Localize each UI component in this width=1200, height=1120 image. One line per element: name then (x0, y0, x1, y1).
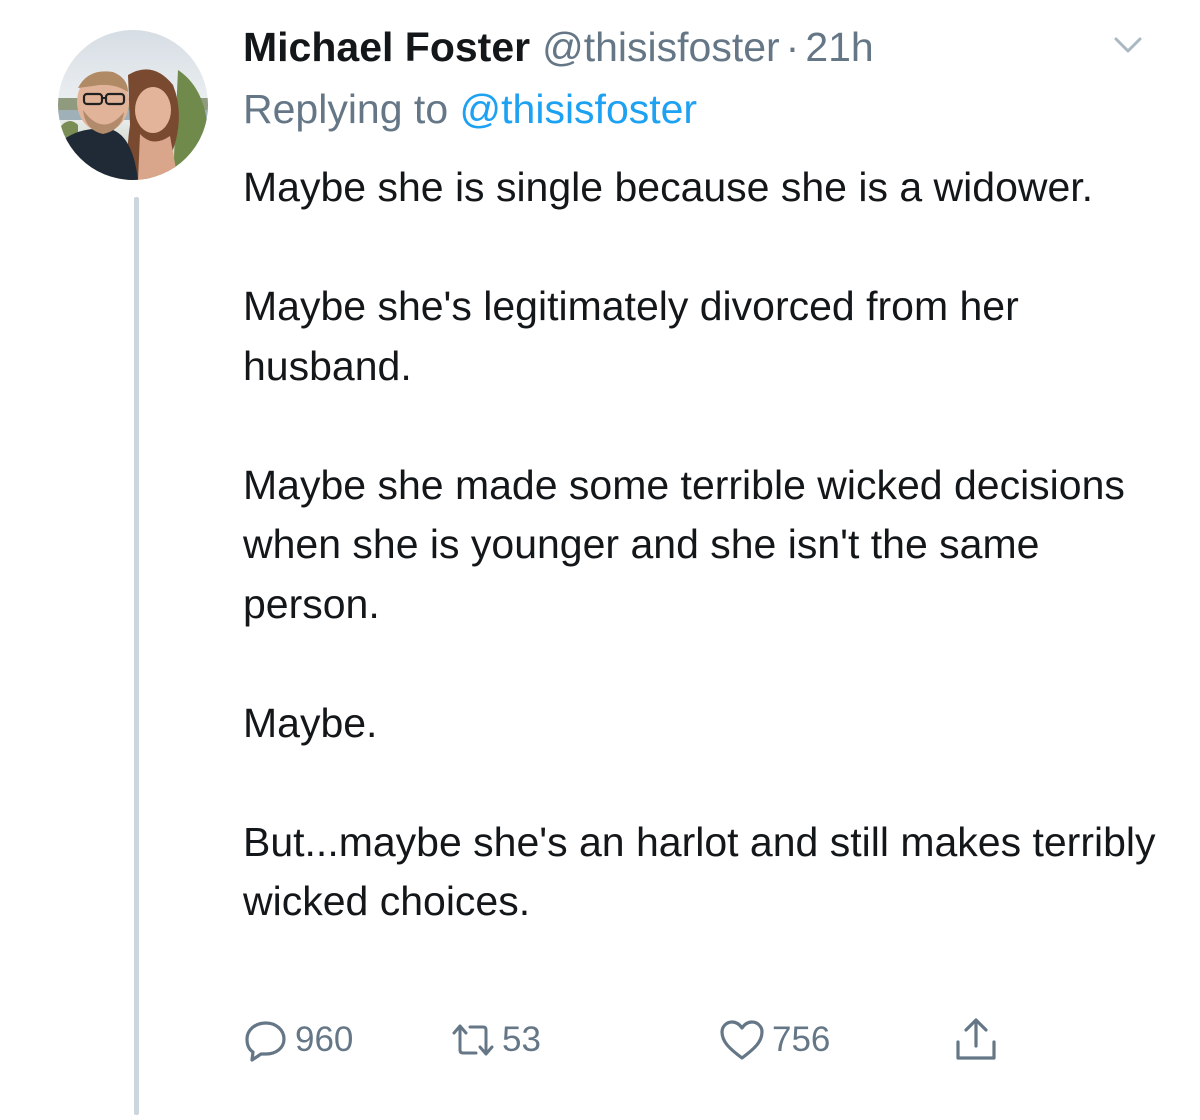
share-icon (956, 1018, 996, 1060)
like-count: 756 (772, 1020, 831, 1059)
tweet-paragraph: Maybe she is single because she is a wid… (243, 164, 1094, 210)
avatar-photo (58, 30, 208, 180)
thread-connector-line (134, 197, 139, 1115)
author-handle[interactable]: @thisisfoster (542, 24, 780, 71)
chevron-down-icon (1114, 37, 1142, 53)
more-menu-button[interactable] (1110, 30, 1146, 60)
separator-dot: · (785, 23, 800, 70)
replying-to-label: Replying to (243, 86, 460, 132)
tweet-paragraph: Maybe she made some terrible wicked deci… (243, 461, 1125, 627)
timestamp[interactable]: 21h (805, 24, 873, 71)
replying-to: Replying to @thisisfoster (243, 86, 697, 133)
retweet-count: 53 (502, 1020, 541, 1059)
tweet-text: Maybe she is single because she is a wid… (243, 158, 1163, 932)
like-button[interactable]: 756 (718, 1010, 830, 1070)
tweet-paragraph: Maybe. (243, 699, 378, 746)
retweet-icon (452, 1024, 494, 1056)
share-button[interactable] (953, 1010, 1005, 1070)
author-name[interactable]: Michael Foster (243, 24, 530, 71)
tweet-paragraph: Maybe she's legitimately divorced from h… (243, 283, 1019, 389)
reply-count: 960 (295, 1020, 354, 1059)
reply-button[interactable]: 960 (243, 1010, 353, 1070)
replying-to-handle[interactable]: @thisisfoster (460, 86, 698, 132)
reply-bubble-icon (245, 1021, 286, 1062)
tweet[interactable]: Michael Foster @thisisfoster · 21h Reply… (0, 0, 1200, 1120)
action-bar: 960 53 756 (0, 1010, 1200, 1070)
tweet-header: Michael Foster @thisisfoster · 21h (243, 22, 874, 72)
avatar[interactable] (58, 30, 208, 180)
tweet-paragraph: But...maybe she's an harlot and still ma… (243, 818, 1156, 925)
heart-icon (720, 1020, 764, 1060)
retweet-button[interactable]: 53 (450, 1010, 541, 1070)
